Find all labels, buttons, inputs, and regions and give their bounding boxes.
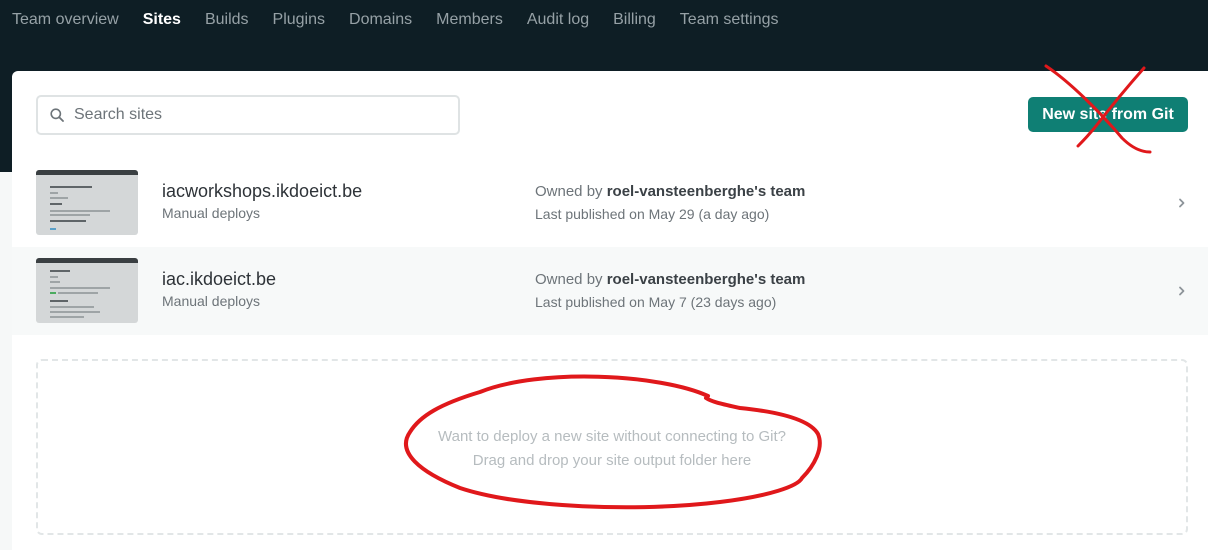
site-owner: Owned by roel-vansteenberghe's team [535,183,805,200]
site-name[interactable]: iac.ikdoeict.be [162,269,276,290]
site-name[interactable]: iacworkshops.ikdoeict.be [162,181,362,202]
tab-members[interactable]: Members [436,11,503,29]
dropzone-instruction: Drag and drop your site output folder he… [472,452,752,469]
site-owner: Owned by roel-vansteenberghe's team [535,271,805,288]
search-box[interactable] [36,95,460,135]
site-deploy-type: Manual deploys [162,293,261,309]
tab-sites[interactable]: Sites [143,11,181,29]
tab-plugins[interactable]: Plugins [273,11,325,29]
tab-audit-log[interactable]: Audit log [527,11,589,29]
drag-drop-zone[interactable]: Want to deploy a new site without connec… [36,359,1188,535]
owner-prefix: Owned by [535,183,603,200]
tab-domains[interactable]: Domains [349,11,412,29]
tab-team-overview[interactable]: Team overview [12,11,119,29]
site-thumbnail [36,258,138,323]
site-last-published: Last published on May 7 (23 days ago) [535,294,777,310]
tab-builds[interactable]: Builds [205,11,249,29]
tab-team-settings[interactable]: Team settings [680,11,779,29]
dropzone-prompt: Want to deploy a new site without connec… [438,428,786,445]
chevron-right-icon [1179,198,1185,208]
owner-team: roel-vansteenberghe's team [606,183,806,200]
site-row[interactable]: iac.ikdoeict.be Manual deploys Owned by … [12,247,1208,335]
site-thumbnail [36,170,138,235]
team-nav: Team overview Sites Builds Plugins Domai… [0,0,1208,40]
site-last-published: Last published on May 29 (a day ago) [535,206,770,222]
sites-panel: New site from Git iacworkshops.ikdoeict.… [12,71,1208,550]
chevron-right-icon [1179,286,1185,296]
new-site-from-git-button[interactable]: New site from Git [1028,97,1188,132]
search-icon [50,108,64,122]
search-input[interactable] [74,106,434,124]
site-deploy-type: Manual deploys [162,205,261,221]
tab-billing[interactable]: Billing [613,11,656,29]
owner-team: roel-vansteenberghe's team [606,271,806,288]
owner-prefix: Owned by [535,271,603,288]
site-row[interactable]: iacworkshops.ikdoeict.be Manual deploys … [12,159,1208,247]
